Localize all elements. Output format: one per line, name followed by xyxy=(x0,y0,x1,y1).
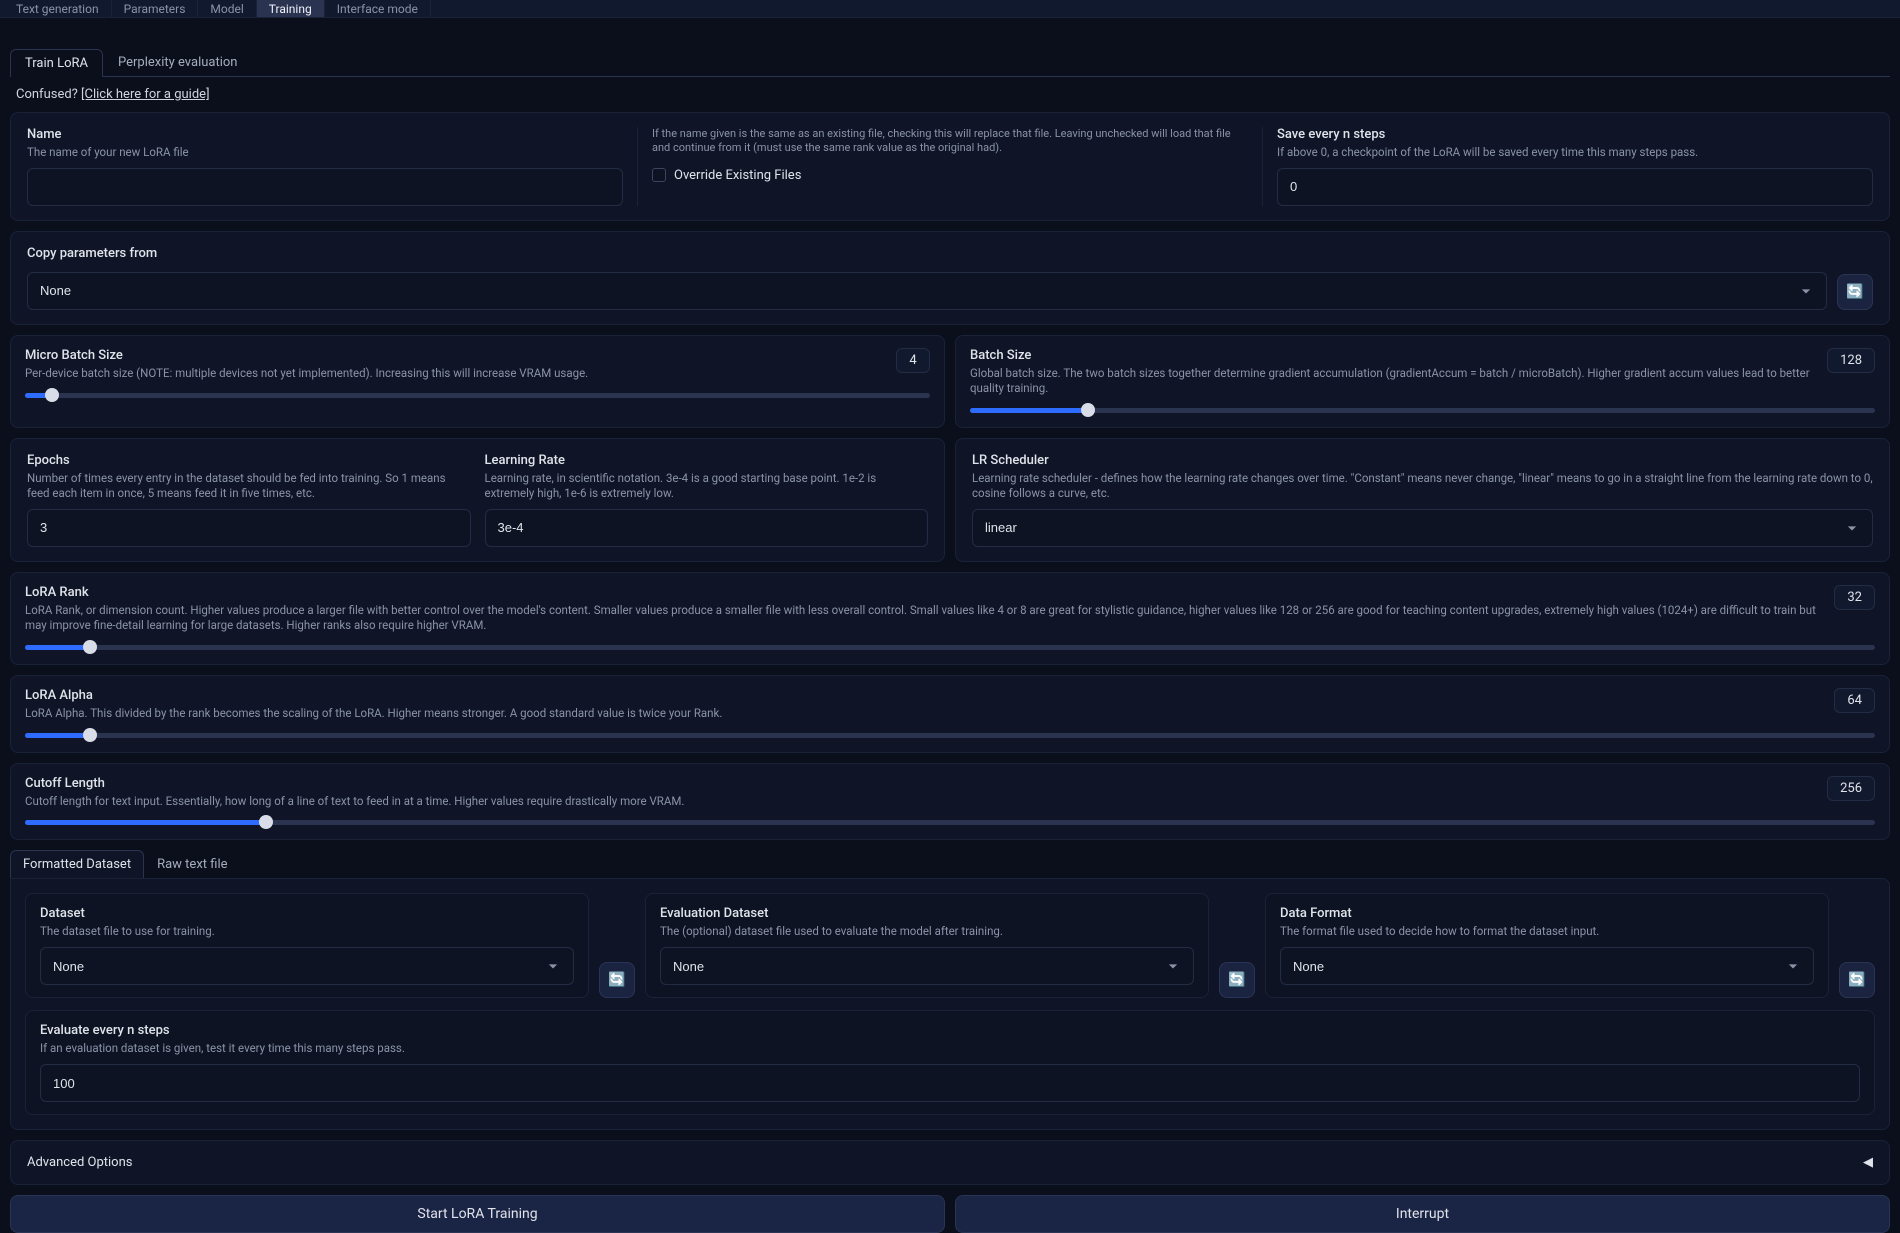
cutoff-value[interactable]: 256 xyxy=(1827,776,1875,801)
start-training-button[interactable]: Start LoRA Training xyxy=(10,1195,945,1233)
sub-tabs: Train LoRA Perplexity evaluation xyxy=(10,48,1890,77)
lora-alpha-panel: LoRA Alpha LoRA Alpha. This divided by t… xyxy=(10,675,1890,753)
dstab-raw[interactable]: Raw text file xyxy=(144,850,240,878)
advanced-label: Advanced Options xyxy=(27,1155,132,1170)
name-input[interactable] xyxy=(27,168,623,206)
override-desc: If the name given is the same as an exis… xyxy=(652,127,1248,156)
guide-link[interactable]: [Click here for a guide] xyxy=(81,87,209,102)
advanced-options-toggle[interactable]: Advanced Options ◀ xyxy=(10,1140,1890,1185)
eval-dataset-select[interactable]: None xyxy=(660,947,1194,985)
data-format-refresh-button[interactable]: 🔄 xyxy=(1839,962,1875,998)
data-format-cell: Data Format The format file used to deci… xyxy=(1265,893,1829,998)
tab-training[interactable]: Training xyxy=(257,0,325,17)
tab-interface-mode[interactable]: Interface mode xyxy=(325,0,431,17)
batch-size-value[interactable]: 128 xyxy=(1827,348,1875,373)
tab-model[interactable]: Model xyxy=(198,0,256,17)
lora-alpha-label: LoRA Alpha xyxy=(25,688,1824,703)
lr-label: Learning Rate xyxy=(485,453,929,468)
eval-dataset-refresh-button[interactable]: 🔄 xyxy=(1219,962,1255,998)
cutoff-panel: Cutoff Length Cutoff length for text inp… xyxy=(10,763,1890,841)
tab-parameters[interactable]: Parameters xyxy=(112,0,199,17)
subtab-train-lora[interactable]: Train LoRA xyxy=(10,49,103,77)
dataset-label: Dataset xyxy=(40,906,574,921)
dataset-panel: Dataset The dataset file to use for trai… xyxy=(10,878,1890,1130)
dataset-refresh-button[interactable]: 🔄 xyxy=(599,962,635,998)
override-label: Override Existing Files xyxy=(674,168,801,183)
copy-params-panel: Copy parameters from None 🔄 xyxy=(10,231,1890,325)
lr-scheduler-select[interactable]: linear xyxy=(972,509,1873,547)
eval-dataset-sub: The (optional) dataset file used to eval… xyxy=(660,924,1194,939)
refresh-icon: 🔄 xyxy=(608,972,625,988)
data-format-sub: The format file used to decide how to fo… xyxy=(1280,924,1814,939)
cutoff-label: Cutoff Length xyxy=(25,776,1817,791)
eval-dataset-label: Evaluation Dataset xyxy=(660,906,1194,921)
override-checkbox[interactable] xyxy=(652,168,666,182)
slider-thumb[interactable] xyxy=(83,728,97,742)
save-steps-label: Save every n steps xyxy=(1277,127,1873,142)
micro-batch-value[interactable]: 4 xyxy=(896,348,930,373)
name-sub: The name of your new LoRA file xyxy=(27,145,623,160)
batch-size-panel: Batch Size Global batch size. The two ba… xyxy=(955,335,1890,428)
batch-size-sub: Global batch size. The two batch sizes t… xyxy=(970,366,1817,396)
lora-alpha-value[interactable]: 64 xyxy=(1834,688,1875,713)
slider-thumb[interactable] xyxy=(259,815,273,829)
lora-rank-sub: LoRA Rank, or dimension count. Higher va… xyxy=(25,603,1824,633)
lr-input[interactable] xyxy=(485,509,929,547)
epoch-lr-panel: Epochs Number of times every entry in th… xyxy=(10,438,945,562)
lr-sched-sub: Learning rate scheduler - defines how th… xyxy=(972,471,1873,501)
slider-thumb[interactable] xyxy=(1081,403,1095,417)
lora-alpha-sub: LoRA Alpha. This divided by the rank bec… xyxy=(25,706,1824,721)
collapse-arrow-icon: ◀ xyxy=(1863,1155,1873,1170)
lora-rank-label: LoRA Rank xyxy=(25,585,1824,600)
interrupt-button[interactable]: Interrupt xyxy=(955,1195,1890,1233)
slider-thumb[interactable] xyxy=(45,388,59,402)
copy-params-label: Copy parameters from xyxy=(27,246,1873,261)
lora-rank-value[interactable]: 32 xyxy=(1834,585,1875,610)
eval-steps-cell: Evaluate every n steps If an evaluation … xyxy=(25,1010,1875,1115)
copy-params-refresh-button[interactable]: 🔄 xyxy=(1837,274,1873,310)
refresh-icon: 🔄 xyxy=(1848,972,1865,988)
dataset-cell: Dataset The dataset file to use for trai… xyxy=(25,893,589,998)
dataset-select[interactable]: None xyxy=(40,947,574,985)
epochs-label: Epochs xyxy=(27,453,471,468)
top-tabs: Text generation Parameters Model Trainin… xyxy=(0,0,1900,18)
name-label: Name xyxy=(27,127,623,142)
micro-batch-panel: Micro Batch Size Per-device batch size (… xyxy=(10,335,945,428)
batch-size-label: Batch Size xyxy=(970,348,1817,363)
lr-sub: Learning rate, in scientific notation. 3… xyxy=(485,471,929,501)
subtab-perplexity[interactable]: Perplexity evaluation xyxy=(103,48,253,76)
name-row-panel: Name The name of your new LoRA file If t… xyxy=(10,112,1890,221)
eval-steps-sub: If an evaluation dataset is given, test … xyxy=(40,1041,1860,1056)
lr-scheduler-panel: LR Scheduler Learning rate scheduler - d… xyxy=(955,438,1890,562)
eval-steps-label: Evaluate every n steps xyxy=(40,1023,1860,1038)
micro-batch-sub: Per-device batch size (NOTE: multiple de… xyxy=(25,366,886,381)
data-format-select[interactable]: None xyxy=(1280,947,1814,985)
lora-alpha-slider[interactable] xyxy=(25,733,1875,738)
eval-steps-input[interactable] xyxy=(40,1064,1860,1102)
micro-batch-slider[interactable] xyxy=(25,393,930,398)
epochs-input[interactable] xyxy=(27,509,471,547)
save-steps-sub: If above 0, a checkpoint of the LoRA wil… xyxy=(1277,145,1873,160)
data-format-label: Data Format xyxy=(1280,906,1814,921)
batch-size-slider[interactable] xyxy=(970,408,1875,413)
refresh-icon: 🔄 xyxy=(1846,284,1863,300)
micro-batch-label: Micro Batch Size xyxy=(25,348,886,363)
save-steps-input[interactable] xyxy=(1277,168,1873,206)
guide-text: Confused? [Click here for a guide] xyxy=(10,77,1890,112)
cutoff-slider[interactable] xyxy=(25,820,1875,825)
lora-rank-panel: LoRA Rank LoRA Rank, or dimension count.… xyxy=(10,572,1890,665)
dataset-sub: The dataset file to use for training. xyxy=(40,924,574,939)
dstab-formatted[interactable]: Formatted Dataset xyxy=(10,850,144,878)
cutoff-sub: Cutoff length for text input. Essentiall… xyxy=(25,794,1817,809)
tab-text-generation[interactable]: Text generation xyxy=(4,0,112,17)
copy-params-select[interactable]: None xyxy=(27,272,1827,310)
epochs-sub: Number of times every entry in the datas… xyxy=(27,471,471,501)
lora-rank-slider[interactable] xyxy=(25,645,1875,650)
eval-dataset-cell: Evaluation Dataset The (optional) datase… xyxy=(645,893,1209,998)
slider-thumb[interactable] xyxy=(83,640,97,654)
refresh-icon: 🔄 xyxy=(1228,972,1245,988)
lr-sched-label: LR Scheduler xyxy=(972,453,1873,468)
dataset-tabs: Formatted Dataset Raw text file xyxy=(10,850,1890,878)
